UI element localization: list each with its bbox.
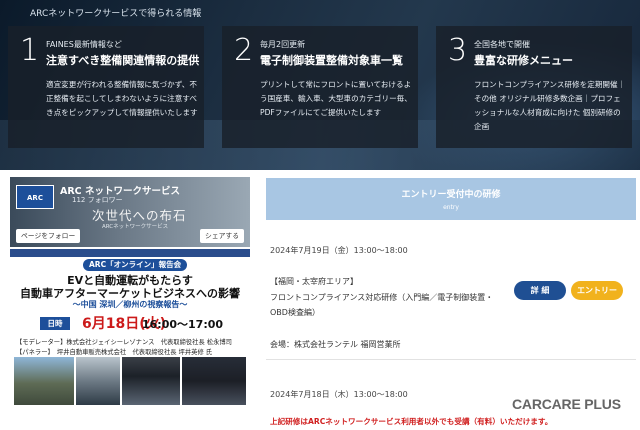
post-photo [76, 357, 120, 405]
hero-section: ARCネットワークサービスで得られる情報 1 FAINES最新情報など 注意すべ… [0, 0, 640, 170]
facebook-cover: ARC ARC ネットワークサービス 112 フォロワー 次世代への布石 ARC… [10, 177, 250, 247]
event-date: 2024年7月18日（木）13:00〜18:00 [270, 390, 408, 399]
card-kicker: 全国各地で開催 [474, 40, 530, 49]
entry-title: エントリー受付中の研修 [401, 190, 501, 200]
moderator-text: 【モデレーター】株式会社ジェイシーレゾナンス 代表取締役社長 松永博司 [16, 339, 232, 346]
feature-card-2: 2 毎月2回更新 電子制御装置整備対象車一覧 プリントして常にフロントに置いてお… [222, 26, 418, 148]
share-button[interactable]: シェアする [200, 229, 244, 243]
entry-button[interactable]: エントリー [571, 281, 623, 300]
facebook-post[interactable]: ARC「オンライン」報告会 EVと自動運転がもたらす 自動車アフターマーケットビ… [10, 249, 250, 407]
datetime-label: 日時 [40, 317, 70, 330]
entry-notice: 上記研修はARCネットワークサービス利用者以外でも受講（有料）いただけます。 [270, 417, 553, 426]
card-heading: 電子制御装置整備対象車一覧 [260, 54, 403, 67]
card-heading: 注意すべき整備関連情報の提供 [46, 54, 200, 67]
page-logo[interactable]: ARC [16, 185, 54, 209]
page: ARCネットワークサービスで得られる情報 1 FAINES最新情報など 注意すべ… [0, 0, 640, 430]
entry-subtitle: entry [443, 204, 459, 211]
post-photo [14, 357, 74, 405]
post-photo [182, 357, 246, 405]
post-time: 16:00〜17:00 [142, 318, 224, 331]
post-top-bar [10, 249, 250, 257]
card-description: フロントコンプライアンス研修を定期開催｜その他 オリジナル研修多数企画｜プロフェ… [474, 80, 626, 131]
card-kicker: 毎月2回更新 [260, 40, 306, 49]
card-description: 適宜変更が行われる整備情報に気づかず、不正整備を起こしてしまわないように注意すべ… [46, 80, 198, 117]
hero-title: ARCネットワークサービスで得られる情報 [30, 9, 202, 19]
feature-card-3: 3 全国各地で開催 豊富な研修メニュー フロントコンプライアンス研修を定期開催｜… [436, 26, 632, 148]
event-date: 2024年7月19日（金）13:00〜18:00 [270, 246, 408, 255]
post-badge: ARC「オンライン」報告会 [83, 259, 188, 271]
event-title-line1: フロントコンプライアンス対応研修（入門編／電子制御装置・ [270, 293, 494, 302]
post-photo [122, 357, 180, 405]
watermark-logo: CARCARE PLUS [512, 396, 621, 412]
card-number: 1 [20, 33, 40, 68]
follow-page-button[interactable]: ページをフォロー [16, 229, 81, 243]
follower-count: 112 フォロワー [72, 196, 123, 204]
divider [266, 359, 636, 360]
event-venue: 会場：株式会社ランテル 福岡営業所 [270, 340, 401, 349]
cover-subtext: ARCネットワークサービス [102, 224, 169, 230]
detail-button[interactable]: 詳 細 [514, 281, 566, 300]
panelist-text: 【パネラー】 坪井自動車販売株式会社 代表取締役社長 坪井英修 氏 [16, 349, 213, 356]
post-photo-strip [14, 357, 246, 405]
card-kicker: FAINES最新情報など [46, 40, 122, 49]
card-description: プリントして常にフロントに置いておけるよう国産車、輸入車、大型車のカテゴリー毎、… [260, 80, 412, 117]
feature-card-1: 1 FAINES最新情報など 注意すべき整備関連情報の提供 適宜変更が行われる整… [8, 26, 204, 148]
post-subtitle: 〜中国 深圳／柳州の視察報告〜 [72, 300, 188, 309]
event-region: 【福岡・太宰府エリア】 [270, 277, 358, 286]
event-title-line2: OBD検査編） [270, 308, 320, 317]
facebook-widget: ARC ARC ネットワークサービス 112 フォロワー 次世代への布石 ARC… [10, 177, 250, 407]
card-number: 2 [234, 33, 254, 68]
card-heading: 豊富な研修メニュー [474, 54, 573, 67]
card-number: 3 [448, 33, 468, 68]
entry-header: エントリー受付中の研修 entry [266, 178, 636, 220]
